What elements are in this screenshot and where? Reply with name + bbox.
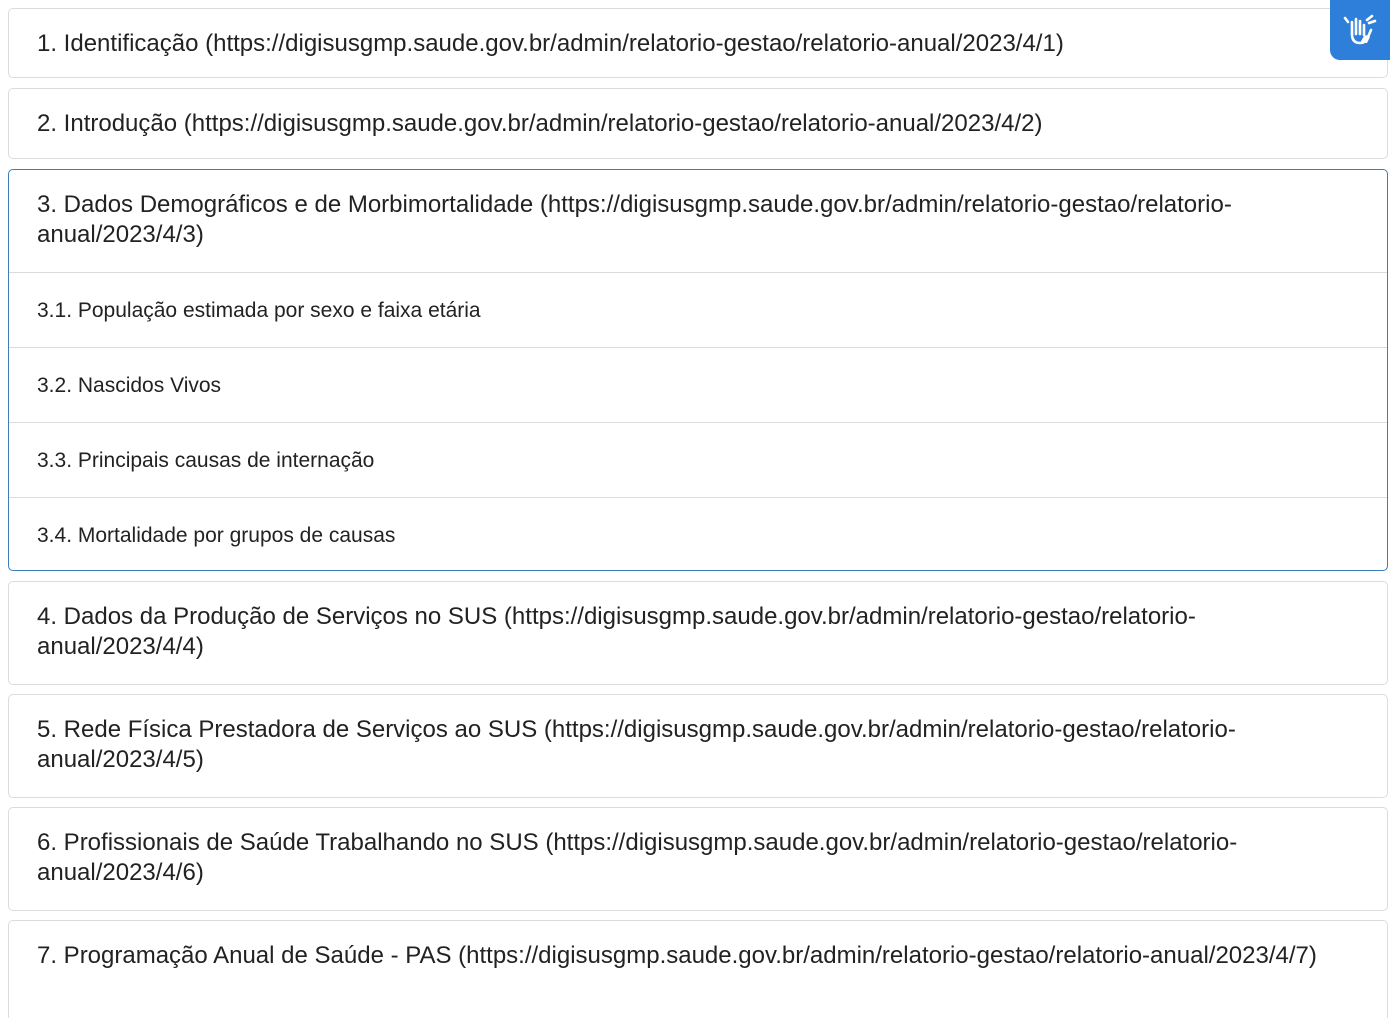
section-link-4[interactable]: 4. Dados da Produção de Serviços no SUS … [9, 582, 1387, 662]
section-link-6[interactable]: 6. Profissionais de Saúde Trabalhando no… [9, 808, 1387, 888]
section-card-7[interactable]: 7. Programação Anual de Saúde - PAS (htt… [8, 920, 1388, 1018]
subsection-3-3[interactable]: 3.3. Principais causas de internação [9, 423, 1387, 498]
section-link-1[interactable]: 1. Identificação (https://digisusgmp.sau… [9, 9, 1387, 59]
section-card-3-expanded[interactable]: 3. Dados Demográficos e de Morbimortalid… [8, 169, 1388, 571]
sign-language-hand-icon [1343, 14, 1377, 45]
section-card-4[interactable]: 4. Dados da Produção de Serviços no SUS … [8, 581, 1388, 685]
section-card-1[interactable]: 1. Identificação (https://digisusgmp.sau… [8, 8, 1388, 78]
section-card-5[interactable]: 5. Rede Física Prestadora de Serviços ao… [8, 694, 1388, 798]
section-link-3[interactable]: 3. Dados Demográficos e de Morbimortalid… [9, 170, 1387, 273]
report-sections-page: 1. Identificação (https://digisusgmp.sau… [0, 0, 1390, 1018]
subsection-3-4[interactable]: 3.4. Mortalidade por grupos de causas [9, 498, 1387, 573]
section-card-6[interactable]: 6. Profissionais de Saúde Trabalhando no… [8, 807, 1388, 911]
subsection-3-2[interactable]: 3.2. Nascidos Vivos [9, 348, 1387, 423]
accessibility-widget-button[interactable] [1330, 0, 1390, 60]
section-link-5[interactable]: 5. Rede Física Prestadora de Serviços ao… [9, 695, 1387, 775]
section-link-2[interactable]: 2. Introdução (https://digisusgmp.saude.… [9, 89, 1387, 139]
section-link-7[interactable]: 7. Programação Anual de Saúde - PAS (htt… [9, 921, 1387, 971]
subsection-3-1[interactable]: 3.1. População estimada por sexo e faixa… [9, 273, 1387, 348]
section-card-2[interactable]: 2. Introdução (https://digisusgmp.saude.… [8, 88, 1388, 159]
